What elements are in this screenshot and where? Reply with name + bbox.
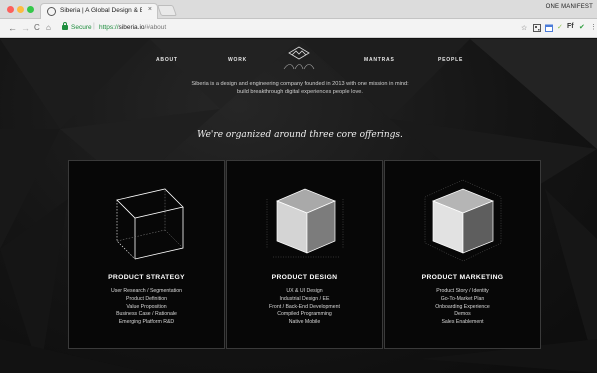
secure-label[interactable]: Secure [71,24,92,31]
card-title: PRODUCT DESIGN [271,274,338,281]
siberia-about-page: ABOUT WORK MANTRAS PEOPLE Siberia is a d… [0,39,597,373]
browser-menu-icon[interactable]: ⋮ [590,23,597,31]
nav-link-mantras[interactable]: MANTRAS [364,57,395,63]
profile-name[interactable]: ONE MANIFEST [546,4,593,10]
list-item: Product Definition [126,295,167,302]
bookmark-star-icon[interactable]: ☆ [521,24,527,32]
list-item: UX & UI Design [286,288,323,294]
wireframe-cube-icon [116,188,184,260]
list-item: Sales Enablement [441,319,484,326]
url-host: siberia.io [118,24,145,31]
url-separator: | [93,23,95,30]
url-path: /#about [144,24,167,31]
siberia-favicon-icon [47,7,56,16]
offering-list: UX & UI Design Industrial Design / EE Fr… [227,288,382,327]
mountain-circle-icon[interactable] [281,46,317,74]
url-scheme: https:// [99,24,119,31]
lock-icon [62,22,68,30]
intro-line-2: build breakthrough digital experiences p… [237,89,363,95]
home-icon[interactable]: ⌂ [46,22,51,34]
window-maximize-button[interactable] [27,6,34,13]
browser-tab-bar: Siberia | A Global Design & En × ONE MAN… [0,0,597,19]
list-item: Go-To-Market Plan [440,295,485,302]
back-arrow-icon[interactable]: ← [8,22,17,34]
extension-green-check-icon[interactable]: ✔ [579,23,585,31]
nav-link-people[interactable]: PEOPLE [438,57,463,63]
address-bar[interactable]: https://siberia.io/#about [99,24,166,31]
list-item: Front / Back-End Development [269,303,340,310]
offering-list: Product Story / Identity Go-To-Market Pl… [385,288,540,327]
list-item: Product Story / Identity [436,288,489,294]
offering-card-marketing: PRODUCT MARKETING Product Story / Identi… [384,160,541,349]
forward-arrow-icon[interactable]: → [21,22,30,34]
intro-text: Siberia is a design and engineering comp… [150,80,450,96]
extension-font-icon[interactable]: Ff [567,23,574,30]
offering-card-design: PRODUCT DESIGN UX & UI Design Industrial… [226,160,383,349]
tab-close-icon[interactable]: × [148,6,152,13]
list-item: Compiled Programming [277,311,332,318]
offerings-headline: We're organized around three core offeri… [197,130,403,140]
browser-tab[interactable]: Siberia | A Global Design & En × [40,3,158,19]
card-title: PRODUCT STRATEGY [108,274,185,281]
list-item: Native Mobile [288,319,321,326]
polished-cube-icon [424,179,502,262]
list-item: Onboarding Experience [435,303,490,310]
offering-list: User Research / Segmentation Product Def… [69,288,224,327]
window-close-button[interactable] [7,6,14,13]
extension-calendar-icon[interactable] [545,24,553,34]
card-title: PRODUCT MARKETING [421,274,504,281]
intro-line-1: Siberia is a design and engineering comp… [191,81,409,87]
tab-title: Siberia | A Global Design & En [60,7,142,14]
browser-toolbar: ← → C ⌂ Secure | https://siberia.io/#abo… [0,19,597,38]
list-item: Value Proposition [126,303,167,310]
list-item: User Research / Segmentation [111,288,182,294]
list-item: Business Case / Rationale [116,311,177,318]
list-item: Industrial Design / EE [279,295,330,302]
window-minimize-button[interactable] [17,6,24,13]
extension-qr-icon[interactable] [533,24,541,34]
nav-link-work[interactable]: WORK [228,57,247,63]
extension-check-icon[interactable]: ✓ [557,23,563,31]
nav-link-about[interactable]: ABOUT [156,57,178,63]
offering-card-strategy: PRODUCT STRATEGY User Research / Segment… [68,160,225,349]
reload-icon[interactable]: C [34,22,40,34]
list-item: Emerging Platform R&D [118,319,175,326]
new-tab-button[interactable] [156,5,178,16]
list-item: Demos [454,311,471,318]
shaded-cube-icon [266,188,344,258]
